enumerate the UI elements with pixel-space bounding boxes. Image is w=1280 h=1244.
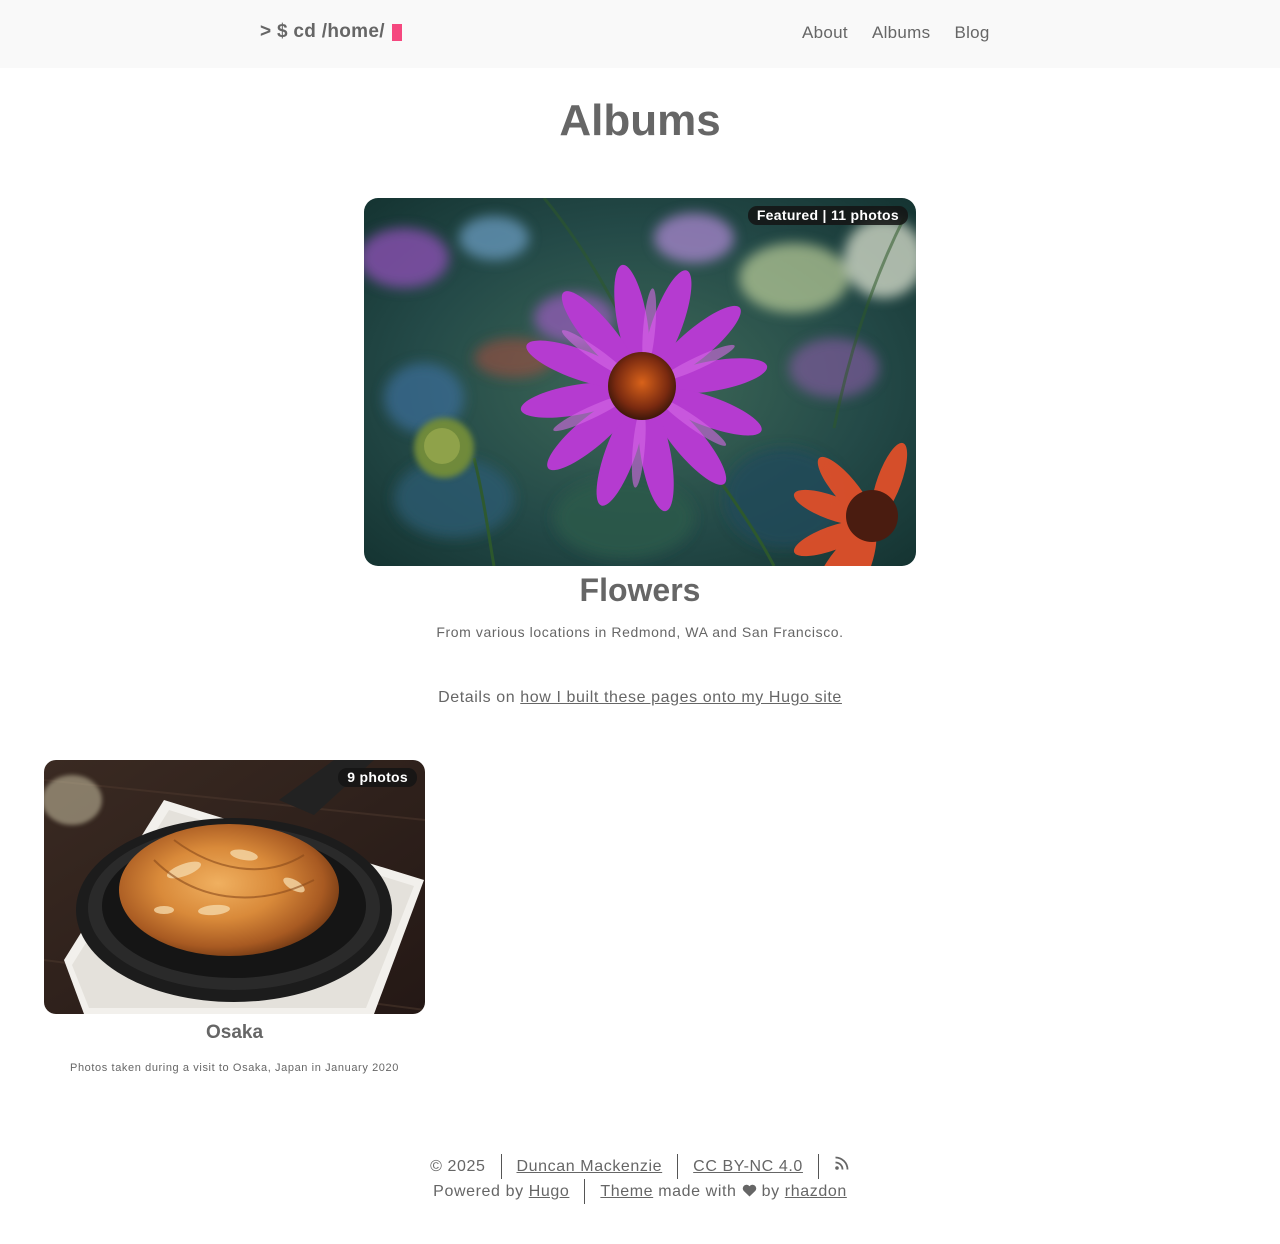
made-with-text: made with [653,1183,742,1200]
album-description-osaka: Photos taken during a visit to Osaka, Ja… [70,1062,399,1074]
rss-icon [835,1156,849,1170]
flower-photo [364,198,916,566]
page-title: Albums [559,96,721,145]
license-link[interactable]: CC BY-NC 4.0 [693,1158,803,1175]
powered-by-text: Powered by [433,1183,529,1200]
theme-link[interactable]: Theme [600,1183,653,1200]
gyoza-photo [44,760,425,1014]
footer-row-copyright: © 2025 Duncan Mackenzie CC BY-NC 4.0 [0,1154,1280,1179]
main-nav: About Albums Blog [802,23,1014,43]
featured-album-photo-link[interactable]: Featured | 11 photos [364,198,916,566]
site-header: > $ cd /home/ About Albums Blog [0,0,1280,68]
rhazdon-link[interactable]: rhazdon [785,1183,847,1200]
heart-icon [742,1184,756,1197]
nav-link-blog[interactable]: Blog [954,23,989,43]
featured-album-title[interactable]: Flowers [364,572,916,609]
blinking-cursor-icon [391,23,402,41]
site-logo-link[interactable]: > $ cd /home/ [260,21,402,43]
album-photo-link-osaka[interactable]: 9 photos [44,760,425,1014]
album-title-osaka[interactable]: Osaka [44,1022,425,1044]
details-prefix: Details on [438,689,521,706]
powered-by: Powered by Hugo [433,1179,584,1204]
author-link[interactable]: Duncan Mackenzie [517,1158,663,1175]
rss-link[interactable] [834,1154,850,1179]
site-logo-text: > $ cd /home/ [260,21,385,42]
site-footer: © 2025 Duncan Mackenzie CC BY-NC 4.0 Pow… [0,1154,1280,1204]
hugo-link[interactable]: Hugo [529,1183,570,1200]
album-title-osaka-text: Osaka [205,1022,264,1043]
by-text: by [756,1183,785,1200]
featured-album-description: From various locations in Redmond, WA an… [436,624,844,640]
featured-album-title-text: Flowers [579,572,701,608]
details-link[interactable]: how I built these pages onto my Hugo sit… [520,689,842,706]
copyright-text: © 2025 [430,1158,486,1175]
nav-link-albums[interactable]: Albums [872,23,931,43]
details-paragraph: Details on how I built these pages onto … [0,689,1280,707]
footer-row-powered: Powered by Hugo Theme made with by rhazd… [0,1179,1280,1204]
theme-credit: Theme made with by rhazdon [585,1179,846,1204]
osaka-photo-count-badge: 9 photos [338,768,417,787]
featured-photo-count-badge: Featured | 11 photos [747,206,908,225]
nav-link-about[interactable]: About [802,23,848,43]
